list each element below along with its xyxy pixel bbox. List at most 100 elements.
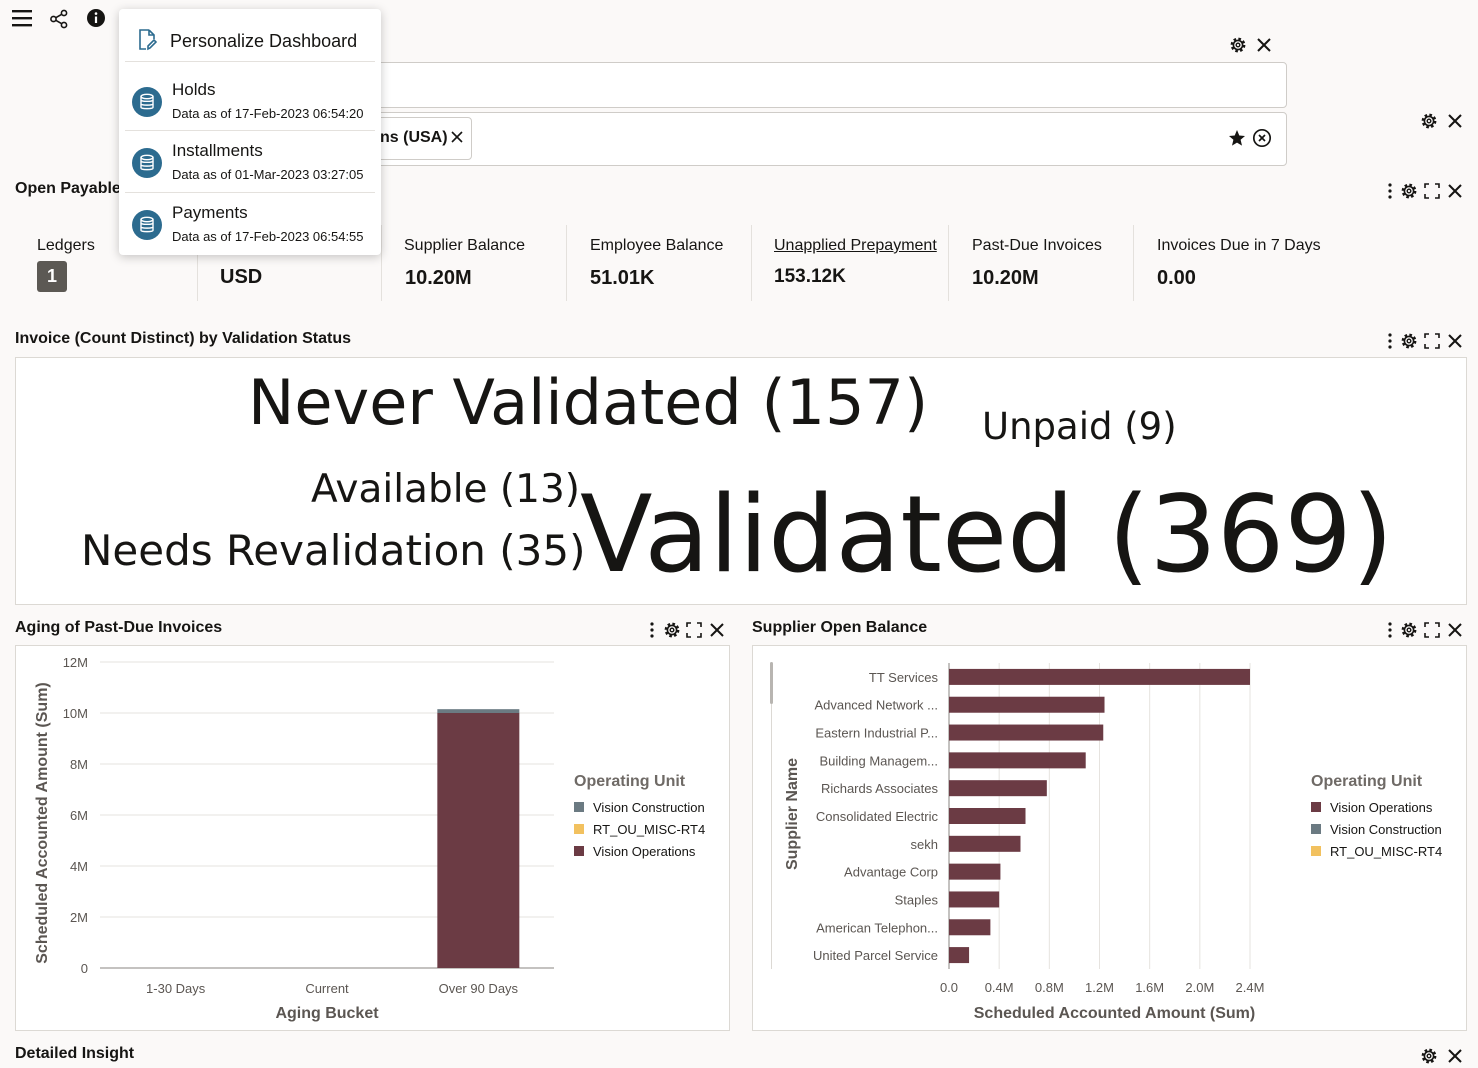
data-source-item[interactable]: Installments Data as of 01-Mar-2023 03:2… [119,133,381,189]
x-tick-label: 0.0 [940,980,958,995]
bar [949,752,1086,769]
x-tick-label: 1.6M [1135,980,1164,995]
supplier-gear-icon[interactable] [1399,620,1419,640]
personalize-dashboard-item[interactable]: Personalize Dashboard [119,9,381,61]
bar [949,808,1026,824]
kpi-ledgers-label: Ledgers [37,237,95,254]
open-payables-more-icon[interactable] [1381,181,1399,201]
detailed-close-icon[interactable] [1445,1046,1465,1066]
aging-gear-icon[interactable] [662,620,682,640]
clear-filters-icon[interactable] [1251,127,1273,149]
y-tick-label: Advanced Network ... [814,698,938,713]
aging-chart-panel: 0 2M 4M 6M 8M 10M 12M 1-30 Days Current Over 90 D… [15,645,730,1031]
aging-expand-icon[interactable] [684,620,704,640]
chip-remove-icon[interactable] [449,129,465,145]
legend-title: Operating Unit [574,773,686,790]
validation-more-icon[interactable] [1381,331,1399,351]
data-source-name: Payments [172,203,248,222]
filter-chip-label: ns (USA) [380,129,448,146]
legend-title: Operating Unit [1311,773,1423,790]
info-icon[interactable] [85,7,107,29]
supplier-more-icon[interactable] [1381,620,1399,640]
kpi-ledgers-value: 1 [46,266,57,286]
filter-search-field[interactable] [360,62,1287,108]
y-tick-label: United Parcel Service [813,948,938,963]
popup-divider [125,192,375,193]
y-tick-label: TT Services [869,670,939,685]
supplier-chart-panel: 0.0 0.4M 0.8M 1.2M 1.6M 2.0M 2.4M TT Services Ad… [752,645,1467,1031]
kpi-ledgers-badge[interactable]: 1 [37,261,67,292]
legend-label: RT_OU_MISC-RT4 [593,822,705,837]
open-payables-expand-icon[interactable] [1422,181,1442,201]
kpi-due-7-days-label: Invoices Due in 7 Days [1157,237,1321,254]
bar [949,863,1001,880]
data-source-item[interactable]: Payments Data as of 17-Feb-2023 06:54:55 [119,195,381,251]
y-tick-label: 4M [70,859,88,874]
x-tick-label: 2.0M [1185,980,1214,995]
y-axis-title: Scheduled Accounted Amount (Sum) [34,682,51,963]
filters-panel-gear-icon[interactable] [1419,111,1439,131]
tag-available[interactable]: Available (13) [311,470,580,509]
aging-more-icon[interactable] [643,620,661,640]
x-tick-label: 0.8M [1035,980,1064,995]
supplier-expand-icon[interactable] [1422,620,1442,640]
detailed-gear-icon[interactable] [1419,1046,1439,1066]
supplier-close-icon[interactable] [1445,620,1465,640]
tag-never-validated[interactable]: Never Validated (157) [248,372,928,434]
kpi-divider [751,225,752,301]
y-tick-label: Building Managem... [819,753,938,768]
open-payables-gear-icon[interactable] [1399,181,1419,201]
kpi-divider [948,225,949,301]
supplier-chart: 0.0 0.4M 0.8M 1.2M 1.6M 2.0M 2.4M TT Services Ad… [784,663,1442,1022]
tag-validated[interactable]: Validated (369) [580,482,1393,588]
share-icon[interactable] [48,8,70,30]
validation-gear-icon[interactable] [1399,331,1419,351]
kpi-employee-balance-value: 51.01K [590,267,655,289]
legend-label: Vision Construction [593,800,705,815]
aging-close-icon[interactable] [707,620,727,640]
x-tick-label: 0.4M [985,980,1014,995]
filter-chip-bar[interactable] [360,112,1287,166]
kpi-unapplied-prepayment-link[interactable]: Unapplied Prepayment [774,237,937,255]
personalize-dashboard-label: Personalize Dashboard [170,31,358,51]
validation-expand-icon[interactable] [1422,331,1442,351]
aging-title: Aging of Past-Due Invoices [15,619,223,636]
kpi-divider [1133,225,1134,301]
filter-close-icon[interactable] [1254,35,1274,55]
legend-swatch [574,802,584,812]
hamburger-menu-icon[interactable] [10,6,34,30]
bar [949,891,1000,908]
data-source-name: Installments [172,141,263,160]
kpi-currency-value: USD [220,266,263,288]
aging-chart: 0 2M 4M 6M 8M 10M 12M 1-30 Days Current Over 90 D… [34,655,705,1022]
data-source-item[interactable]: Holds Data as of 17-Feb-2023 06:54:20 [119,71,381,127]
kpi-employee-balance-label: Employee Balance [590,237,724,254]
y-tick-label: 0 [81,961,88,976]
kpi-past-due-value: 10.20M [972,267,1039,289]
data-source-name: Holds [172,80,216,99]
x-axis-title: Aging Bucket [275,1005,379,1022]
data-source-timestamp: Data as of 17-Feb-2023 06:54:20 [172,106,364,121]
y-tick-label: 6M [70,808,88,823]
legend-swatch [1311,802,1321,812]
database-icon [132,87,162,117]
data-source-timestamp: Data as of 17-Feb-2023 06:54:55 [172,229,364,244]
tag-needs-revalidation[interactable]: Needs Revalidation (35) [81,530,585,572]
x-tick-label: 2.4M [1236,980,1265,995]
open-payables-title: Open Payables [15,180,130,197]
kpi-supplier-balance-value: 10.20M [405,267,472,289]
y-tick-label: American Telephon... [816,920,938,935]
bar [949,696,1105,713]
filters-panel-close-icon[interactable] [1445,111,1465,131]
tag-unpaid[interactable]: Unpaid (9) [982,408,1177,445]
bar-segment [437,713,520,968]
legend-swatch [1311,824,1321,834]
open-payables-close-icon[interactable] [1445,181,1465,201]
legend-swatch [1311,846,1321,856]
bar [949,724,1104,741]
validation-close-icon[interactable] [1445,331,1465,351]
favorite-star-icon[interactable] [1227,128,1247,148]
filter-settings-gear-icon[interactable] [1228,35,1248,55]
x-axis-title: Scheduled Accounted Amount (Sum) [974,1005,1255,1022]
bar [949,947,970,964]
